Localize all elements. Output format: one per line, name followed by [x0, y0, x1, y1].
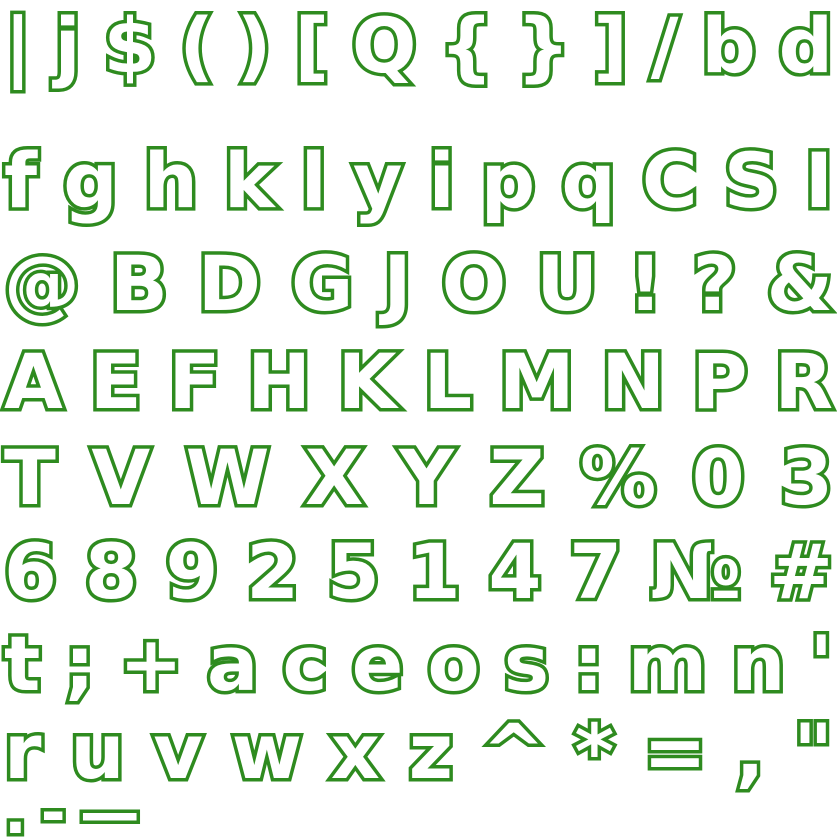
glyph: +	[116, 619, 187, 708]
glyph-row-9: . - —	[0, 779, 837, 837]
glyph: %	[577, 433, 660, 522]
glyph: b	[698, 1, 759, 90]
glyph: y	[349, 136, 405, 225]
glyph: *	[571, 707, 618, 796]
glyph: !	[624, 239, 666, 328]
glyph: }	[513, 1, 574, 90]
glyph-sheet: | j $()[Q{}] / b d fghklyipqCSI @ B D G J O U!? & AE…	[0, 0, 837, 837]
glyph: C	[638, 136, 701, 225]
glyph-row-6: 6 8 9 2 5 1 4 7 № #	[0, 526, 837, 618]
glyph-row-7: t; + a c e o s: m n '	[0, 618, 837, 710]
glyph-row-2: fghklyipqCSI	[0, 135, 837, 227]
glyph: ,	[732, 707, 768, 796]
glyph: c	[279, 619, 331, 708]
glyph: ?	[689, 239, 740, 328]
glyph: e	[348, 619, 406, 708]
glyph: 1	[404, 527, 464, 616]
glyph: 3	[777, 433, 837, 522]
glyph: R	[771, 337, 836, 426]
glyph: T	[1, 433, 60, 522]
glyph: '	[806, 619, 836, 708]
glyph: a	[203, 619, 261, 708]
glyph: F	[165, 337, 224, 426]
glyph: |	[1, 1, 36, 90]
glyph-row-3: @ B D G J O U!? &	[0, 238, 837, 330]
glyph: g	[60, 136, 121, 225]
glyph: k	[221, 136, 278, 225]
glyph: L	[420, 337, 476, 426]
glyph: &	[763, 239, 836, 328]
glyph: 6	[1, 527, 61, 616]
glyph: @	[1, 239, 84, 328]
glyph: P	[688, 337, 751, 426]
glyph: ]	[590, 1, 632, 90]
glyph: o	[424, 619, 483, 708]
glyph: K	[334, 337, 400, 426]
glyph: 8	[81, 527, 141, 616]
glyph: X	[301, 433, 367, 522]
glyph: d	[775, 1, 836, 90]
glyph: J	[380, 239, 415, 328]
glyph: ;	[61, 619, 99, 708]
glyph: :	[570, 619, 608, 708]
glyph: h	[140, 136, 201, 225]
glyph: 9	[162, 527, 222, 616]
glyph: -	[37, 777, 69, 837]
glyph: t	[0, 619, 43, 708]
glyph: 7	[566, 527, 626, 616]
glyph: m	[624, 619, 710, 708]
glyph: /	[647, 1, 682, 90]
glyph: B	[106, 239, 171, 328]
glyph-row-5: T V W X Y Z% 0 3	[0, 432, 837, 524]
glyph: s	[500, 619, 552, 708]
glyph: {	[436, 1, 497, 90]
glyph: j	[51, 1, 84, 90]
glyph: $	[100, 1, 160, 90]
glyph: l	[297, 136, 330, 225]
glyph: ^	[478, 707, 549, 796]
glyph: V	[88, 433, 154, 522]
glyph: 5	[324, 527, 384, 616]
glyph: "	[790, 707, 837, 796]
glyph: .	[1, 777, 31, 837]
glyph: =	[640, 707, 711, 796]
glyph: S	[720, 136, 782, 225]
glyph: x	[327, 707, 383, 796]
glyph: v	[150, 707, 206, 796]
glyph: O	[438, 239, 510, 328]
glyph: p	[477, 136, 538, 225]
glyph: I	[801, 136, 836, 225]
glyph: w	[228, 707, 305, 796]
glyph: )	[233, 1, 275, 90]
glyph: [	[291, 1, 333, 90]
glyph: f	[0, 136, 40, 225]
glyph: U	[533, 239, 602, 328]
glyph: H	[244, 337, 315, 426]
glyph: A	[1, 337, 67, 426]
glyph: (	[176, 1, 218, 90]
glyph: W	[182, 433, 273, 522]
glyph: N	[598, 337, 669, 426]
glyph: —	[76, 777, 143, 837]
glyph: q	[558, 136, 619, 225]
glyph: Z	[486, 433, 548, 522]
glyph: Y	[395, 433, 457, 522]
glyph: M	[495, 337, 578, 426]
glyph: 4	[485, 527, 545, 616]
glyph-row-4: AEFHKLMNPR	[0, 336, 837, 428]
glyph: E	[86, 337, 145, 426]
glyph: i	[425, 136, 458, 225]
glyph: Q	[348, 1, 420, 90]
glyph: #	[766, 527, 837, 616]
glyph: D	[194, 239, 264, 328]
glyph: 0	[688, 433, 748, 522]
glyph: 2	[243, 527, 303, 616]
glyph: G	[287, 239, 356, 328]
glyph: z	[405, 707, 456, 796]
glyph: n	[728, 619, 789, 708]
glyph-row-1: | j $()[Q{}] / b d	[0, 0, 837, 92]
glyph: №	[646, 527, 744, 616]
